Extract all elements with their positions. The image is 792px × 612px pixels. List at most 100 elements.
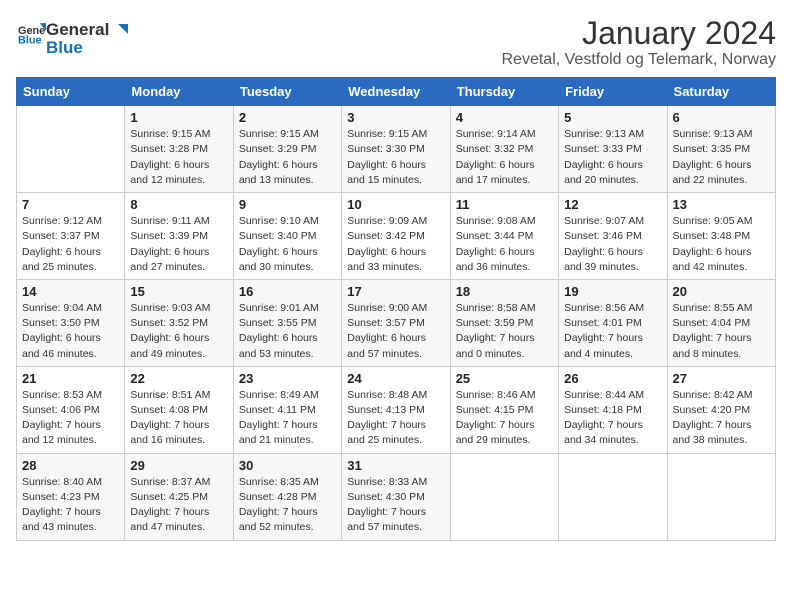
svg-text:Blue: Blue (18, 34, 42, 46)
calendar-table: SundayMondayTuesdayWednesdayThursdayFrid… (16, 77, 776, 540)
calendar-cell: 9 Sunrise: 9:10 AMSunset: 3:40 PMDaylight… (233, 193, 341, 280)
day-info: Sunrise: 8:42 AMSunset: 4:20 PMDaylight:… (673, 388, 770, 449)
calendar-cell (559, 453, 667, 540)
day-number: 20 (673, 284, 770, 299)
calendar-title: January 2024 (502, 16, 777, 51)
calendar-cell: 31Sunrise: 8:33 AMSunset: 4:30 PMDayligh… (342, 453, 450, 540)
day-number: 4 (456, 110, 553, 125)
weekday-header-tuesday: Tuesday (233, 78, 341, 106)
day-info: Sunrise: 9:07 AMSunset: 3:46 PMDaylight:… (564, 214, 661, 275)
day-info: Sunrise: 8:55 AMSunset: 4:04 PMDaylight:… (673, 301, 770, 362)
weekday-header-monday: Monday (125, 78, 233, 106)
week-row-2: 7 Sunrise: 9:12 AMSunset: 3:37 PMDaylight… (17, 193, 776, 280)
calendar-cell: 21Sunrise: 8:53 AMSunset: 4:06 PMDayligh… (17, 366, 125, 453)
calendar-cell: 11 Sunrise: 9:08 AMSunset: 3:44 PMDayligh… (450, 193, 558, 280)
day-info: Sunrise: 9:13 AMSunset: 3:33 PMDaylight:… (564, 127, 661, 188)
calendar-cell: 17 Sunrise: 9:00 AMSunset: 3:57 PMDayligh… (342, 279, 450, 366)
calendar-cell: 5Sunrise: 9:13 AMSunset: 3:33 PMDaylight… (559, 106, 667, 193)
week-row-3: 14 Sunrise: 9:04 AMSunset: 3:50 PMDayligh… (17, 279, 776, 366)
day-info: Sunrise: 9:15 AMSunset: 3:29 PMDaylight:… (239, 127, 336, 188)
day-number: 11 (456, 197, 553, 212)
day-number: 7 (22, 197, 119, 212)
day-number: 25 (456, 371, 553, 386)
day-number: 28 (22, 458, 119, 473)
day-info: Sunrise: 9:13 AMSunset: 3:35 PMDaylight:… (673, 127, 770, 188)
day-info: Sunrise: 8:51 AMSunset: 4:08 PMDaylight:… (130, 388, 227, 449)
calendar-cell: 20 Sunrise: 8:55 AMSunset: 4:04 PMDayligh… (667, 279, 775, 366)
day-info: Sunrise: 8:58 AMSunset: 3:59 PMDaylight:… (456, 301, 553, 362)
calendar-cell: 12 Sunrise: 9:07 AMSunset: 3:46 PMDayligh… (559, 193, 667, 280)
day-number: 27 (673, 371, 770, 386)
day-info: Sunrise: 9:05 AMSunset: 3:48 PMDaylight:… (673, 214, 770, 275)
day-number: 1 (130, 110, 227, 125)
calendar-cell: 2 Sunrise: 9:15 AMSunset: 3:29 PMDaylight… (233, 106, 341, 193)
day-info: Sunrise: 8:56 AMSunset: 4:01 PMDaylight:… (564, 301, 661, 362)
page-header: General Blue General Blue January 2024 R… (16, 16, 776, 69)
day-number: 18 (456, 284, 553, 299)
weekday-header-sunday: Sunday (17, 78, 125, 106)
calendar-cell: 14 Sunrise: 9:04 AMSunset: 3:50 PMDayligh… (17, 279, 125, 366)
calendar-cell: 26 Sunrise: 8:44 AMSunset: 4:18 PMDayligh… (559, 366, 667, 453)
day-info: Sunrise: 8:53 AMSunset: 4:06 PMDaylight:… (22, 388, 119, 449)
week-row-5: 28 Sunrise: 8:40 AMSunset: 4:23 PMDayligh… (17, 453, 776, 540)
calendar-cell: 16Sunrise: 9:01 AMSunset: 3:55 PMDayligh… (233, 279, 341, 366)
logo: General Blue General Blue (16, 16, 128, 57)
day-number: 15 (130, 284, 227, 299)
logo-blue: Blue (46, 38, 128, 58)
logo-triangle-icon (110, 22, 128, 40)
weekday-header-wednesday: Wednesday (342, 78, 450, 106)
day-info: Sunrise: 9:00 AMSunset: 3:57 PMDaylight:… (347, 301, 444, 362)
calendar-cell: 8 Sunrise: 9:11 AMSunset: 3:39 PMDaylight… (125, 193, 233, 280)
title-block: January 2024 Revetal, Vestfold og Telema… (502, 16, 777, 69)
logo-general: General (46, 20, 128, 40)
day-number: 30 (239, 458, 336, 473)
calendar-cell: 28 Sunrise: 8:40 AMSunset: 4:23 PMDayligh… (17, 453, 125, 540)
day-info: Sunrise: 8:48 AMSunset: 4:13 PMDaylight:… (347, 388, 444, 449)
day-number: 8 (130, 197, 227, 212)
calendar-cell: 22 Sunrise: 8:51 AMSunset: 4:08 PMDayligh… (125, 366, 233, 453)
day-info: Sunrise: 8:35 AMSunset: 4:28 PMDaylight:… (239, 475, 336, 536)
calendar-subtitle: Revetal, Vestfold og Telemark, Norway (502, 51, 777, 69)
day-number: 26 (564, 371, 661, 386)
day-number: 12 (564, 197, 661, 212)
calendar-cell: 18 Sunrise: 8:58 AMSunset: 3:59 PMDayligh… (450, 279, 558, 366)
day-info: Sunrise: 9:15 AMSunset: 3:30 PMDaylight:… (347, 127, 444, 188)
day-info: Sunrise: 8:44 AMSunset: 4:18 PMDaylight:… (564, 388, 661, 449)
weekday-header-thursday: Thursday (450, 78, 558, 106)
day-info: Sunrise: 9:04 AMSunset: 3:50 PMDaylight:… (22, 301, 119, 362)
day-number: 31 (347, 458, 444, 473)
day-info: Sunrise: 9:10 AMSunset: 3:40 PMDaylight:… (239, 214, 336, 275)
day-info: Sunrise: 9:08 AMSunset: 3:44 PMDaylight:… (456, 214, 553, 275)
day-info: Sunrise: 9:11 AMSunset: 3:39 PMDaylight:… (130, 214, 227, 275)
calendar-cell: 29Sunrise: 8:37 AMSunset: 4:25 PMDayligh… (125, 453, 233, 540)
day-number: 6 (673, 110, 770, 125)
day-info: Sunrise: 9:09 AMSunset: 3:42 PMDaylight:… (347, 214, 444, 275)
day-info: Sunrise: 8:40 AMSunset: 4:23 PMDaylight:… (22, 475, 119, 536)
day-number: 2 (239, 110, 336, 125)
calendar-cell: 19Sunrise: 8:56 AMSunset: 4:01 PMDayligh… (559, 279, 667, 366)
day-info: Sunrise: 8:49 AMSunset: 4:11 PMDaylight:… (239, 388, 336, 449)
calendar-cell: 10Sunrise: 9:09 AMSunset: 3:42 PMDayligh… (342, 193, 450, 280)
day-info: Sunrise: 8:46 AMSunset: 4:15 PMDaylight:… (456, 388, 553, 449)
logo-icon: General Blue (18, 20, 46, 48)
calendar-cell (17, 106, 125, 193)
day-info: Sunrise: 9:15 AMSunset: 3:28 PMDaylight:… (130, 127, 227, 188)
day-number: 29 (130, 458, 227, 473)
calendar-cell: 27 Sunrise: 8:42 AMSunset: 4:20 PMDayligh… (667, 366, 775, 453)
calendar-cell: 13 Sunrise: 9:05 AMSunset: 3:48 PMDayligh… (667, 193, 775, 280)
day-info: Sunrise: 9:14 AMSunset: 3:32 PMDaylight:… (456, 127, 553, 188)
day-number: 22 (130, 371, 227, 386)
day-number: 14 (22, 284, 119, 299)
calendar-cell (667, 453, 775, 540)
calendar-cell: 24 Sunrise: 8:48 AMSunset: 4:13 PMDayligh… (342, 366, 450, 453)
week-row-4: 21Sunrise: 8:53 AMSunset: 4:06 PMDayligh… (17, 366, 776, 453)
day-number: 9 (239, 197, 336, 212)
day-number: 17 (347, 284, 444, 299)
calendar-cell (450, 453, 558, 540)
day-number: 13 (673, 197, 770, 212)
calendar-cell: 4 Sunrise: 9:14 AMSunset: 3:32 PMDaylight… (450, 106, 558, 193)
calendar-cell: 6 Sunrise: 9:13 AMSunset: 3:35 PMDaylight… (667, 106, 775, 193)
day-info: Sunrise: 9:12 AMSunset: 3:37 PMDaylight:… (22, 214, 119, 275)
calendar-cell: 15Sunrise: 9:03 AMSunset: 3:52 PMDayligh… (125, 279, 233, 366)
day-number: 24 (347, 371, 444, 386)
